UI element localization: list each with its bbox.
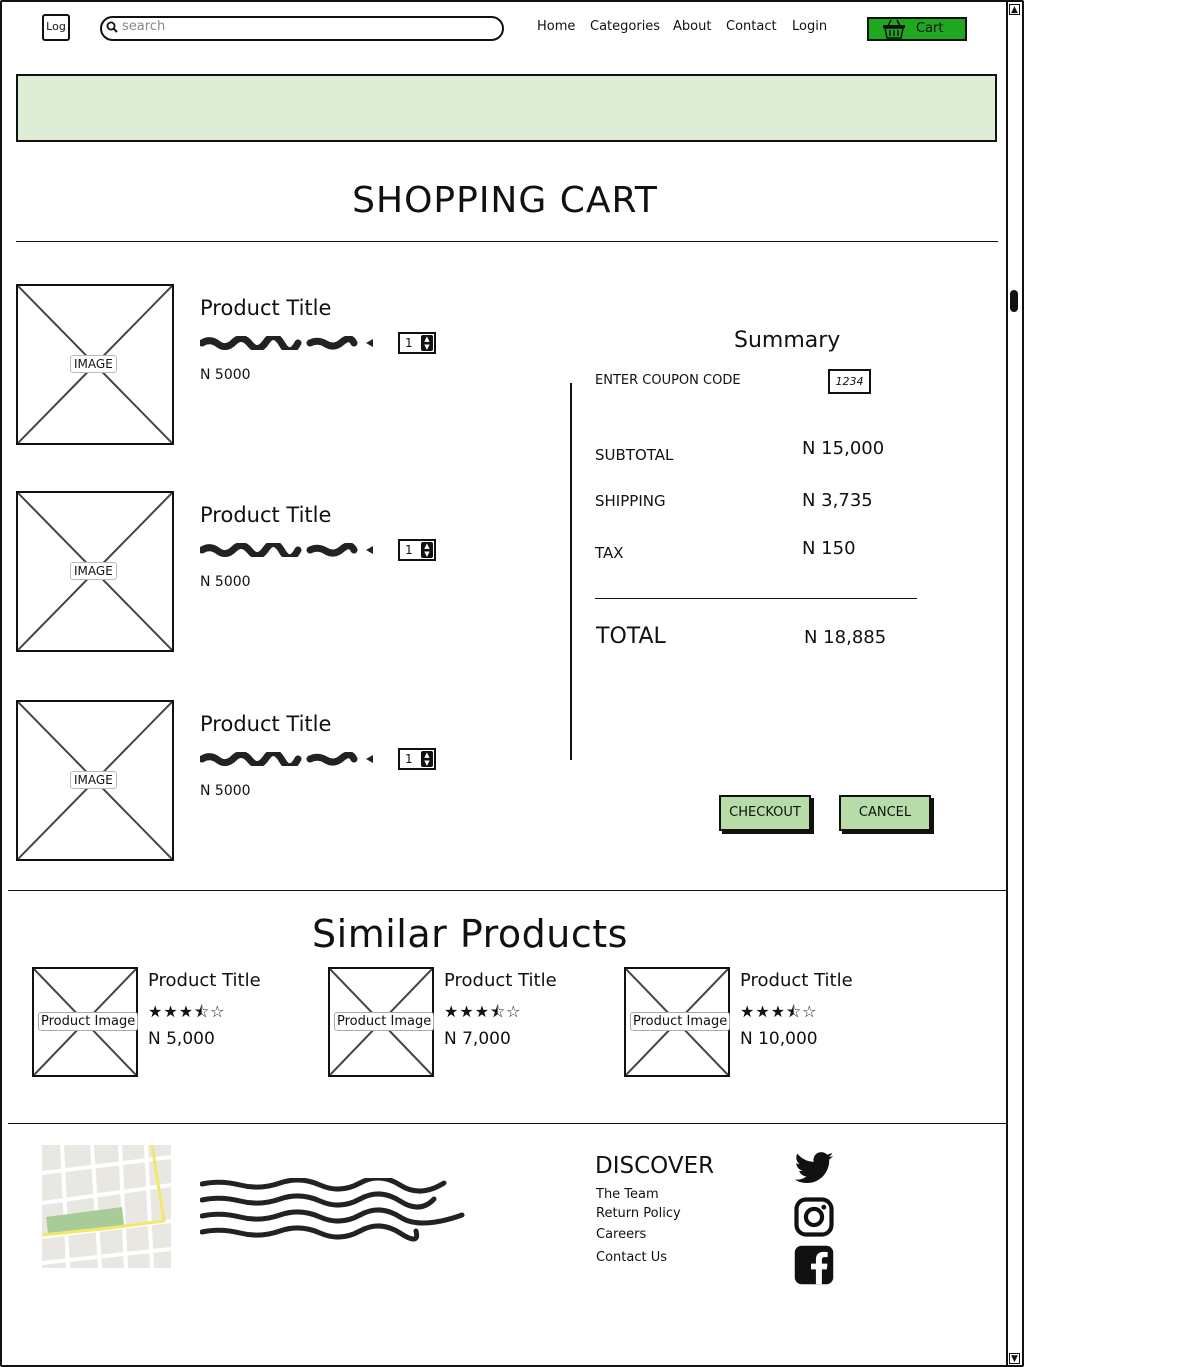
map-image[interactable] xyxy=(42,1145,171,1268)
nav-contact[interactable]: Contact xyxy=(726,19,777,34)
similar-product-price: N 5,000 xyxy=(148,1029,215,1049)
facebook-icon[interactable] xyxy=(793,1244,835,1286)
cart-item-description-scribble xyxy=(200,336,373,350)
star-rating: ★★★⯪☆ xyxy=(740,1002,818,1021)
subtotal-value: N 15,000 xyxy=(802,438,885,459)
cart-item-description-scribble xyxy=(200,543,373,557)
cart-item-title[interactable]: Product Title xyxy=(200,503,331,527)
quantity-stepper[interactable]: 1 ▲ ▼ xyxy=(398,748,436,770)
cart-item-image: IMAGE xyxy=(16,491,174,652)
search-icon xyxy=(106,21,118,33)
cart-item-title[interactable]: Product Title xyxy=(200,296,331,320)
tax-value: N 150 xyxy=(802,538,856,559)
page-title: SHOPPING CART xyxy=(352,180,658,221)
scroll-down-arrow-icon[interactable]: ▼ xyxy=(1009,1353,1020,1364)
similar-product-price: N 7,000 xyxy=(444,1029,511,1049)
similar-product-image[interactable]: Product Image xyxy=(624,967,731,1077)
similar-product-price: N 10,000 xyxy=(740,1029,818,1049)
logo[interactable]: Log xyxy=(42,14,70,41)
nav-login[interactable]: Login xyxy=(792,19,827,34)
basket-icon xyxy=(883,19,905,39)
quantity-stepper[interactable]: 1 ▲ ▼ xyxy=(398,539,436,561)
image-placeholder-label: IMAGE xyxy=(70,562,117,580)
total-value: N 18,885 xyxy=(804,627,887,648)
image-placeholder-label: Product Image xyxy=(630,1012,731,1031)
similar-product-image[interactable]: Product Image xyxy=(32,967,139,1077)
similar-products-title: Similar Products xyxy=(312,912,628,956)
instagram-icon[interactable] xyxy=(793,1196,835,1238)
footer-text-scribble xyxy=(200,1178,465,1242)
title-divider xyxy=(16,241,998,242)
footer-divider xyxy=(8,1123,1006,1124)
twitter-icon[interactable] xyxy=(793,1148,835,1190)
star-rating: ★★★⯪☆ xyxy=(148,1002,226,1021)
image-placeholder-label: IMAGE xyxy=(70,355,117,373)
coupon-label: ENTER COUPON CODE xyxy=(595,373,741,388)
scroll-up-arrow-icon[interactable]: ▲ xyxy=(1009,4,1020,15)
subtotal-label: SUBTOTAL xyxy=(595,446,674,464)
quantity-stepper[interactable]: 1 ▲ ▼ xyxy=(398,332,436,354)
total-divider xyxy=(595,598,917,599)
shipping-value: N 3,735 xyxy=(802,490,873,511)
summary-divider xyxy=(570,383,572,760)
image-placeholder-label: IMAGE xyxy=(70,771,117,789)
image-placeholder-label: Product Image xyxy=(334,1012,435,1031)
cart-item-price: N 5000 xyxy=(200,574,251,590)
banner xyxy=(16,74,997,142)
cart-item-price: N 5000 xyxy=(200,367,251,383)
shipping-label: SHIPPING xyxy=(595,492,666,510)
nav-about[interactable]: About xyxy=(673,19,711,34)
tax-label: TAX xyxy=(595,544,624,562)
cart-label: Cart xyxy=(916,21,944,36)
star-rating: ★★★⯪☆ xyxy=(444,1002,522,1021)
footer-link-careers[interactable]: Careers xyxy=(596,1227,646,1242)
total-label: TOTAL xyxy=(596,624,666,649)
scrollbar-thumb[interactable] xyxy=(1010,290,1018,312)
cart-item-description-scribble xyxy=(200,752,373,766)
cancel-button[interactable]: CANCEL xyxy=(839,795,931,831)
nav-home[interactable]: Home xyxy=(537,19,575,34)
similar-product-title[interactable]: Product Title xyxy=(148,970,261,991)
cart-item-price: N 5000 xyxy=(200,783,251,799)
cart-item-title[interactable]: Product Title xyxy=(200,712,331,736)
footer-link-contact-us[interactable]: Contact Us xyxy=(596,1250,667,1265)
section-divider xyxy=(8,890,1006,891)
discover-title: DISCOVER xyxy=(595,1153,715,1179)
similar-product-title[interactable]: Product Title xyxy=(740,970,853,991)
image-placeholder-label: Product Image xyxy=(38,1012,139,1031)
cart-item-image: IMAGE xyxy=(16,700,174,861)
checkout-button[interactable]: CHECKOUT xyxy=(719,795,811,831)
nav-categories[interactable]: Categories xyxy=(590,19,660,34)
footer-link-return-policy[interactable]: Return Policy xyxy=(596,1206,681,1221)
summary-title: Summary xyxy=(734,328,841,353)
footer-link-the-team[interactable]: The Team xyxy=(596,1187,659,1202)
search-placeholder: search xyxy=(122,19,166,34)
similar-product-title[interactable]: Product Title xyxy=(444,970,557,991)
similar-product-image[interactable]: Product Image xyxy=(328,967,435,1077)
cart-item-image: IMAGE xyxy=(16,284,174,445)
coupon-input[interactable]: 1234 xyxy=(828,369,871,394)
